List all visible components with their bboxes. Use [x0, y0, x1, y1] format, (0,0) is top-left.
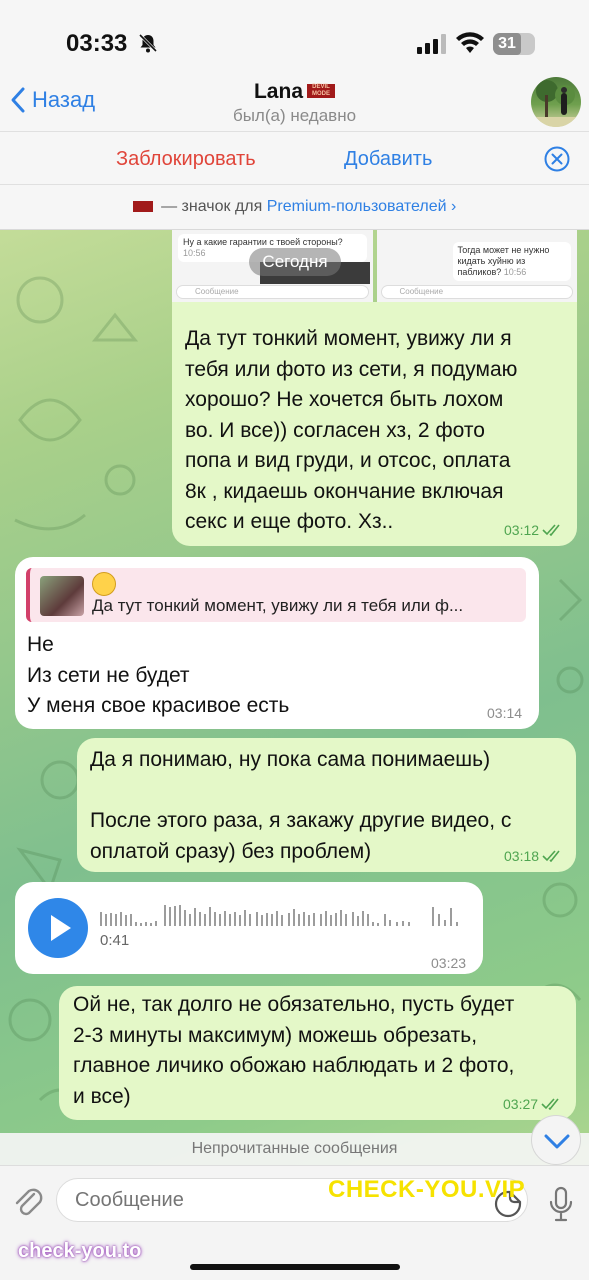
- attach-icon[interactable]: [12, 1184, 44, 1220]
- avatar[interactable]: [531, 77, 581, 127]
- message-bubble-outgoing[interactable]: Да тут тонкий момент, увижу ли я тебя ил…: [172, 302, 577, 546]
- message-text: Не Из сети не будет У меня свое красивое…: [27, 633, 290, 717]
- premium-link[interactable]: Premium-пользователей: [267, 198, 447, 215]
- premium-note[interactable]: — значок для Premium-пользователей ›: [0, 198, 589, 216]
- premium-badge-icon: DEVIL MODE: [307, 84, 335, 98]
- message-time: 03:12: [504, 522, 540, 538]
- reply-text: Да тут тонкий момент, увижу ли я тебя ил…: [92, 596, 464, 615]
- watermark-bottom: check-you.to: [18, 1240, 142, 1262]
- message-text: Ой не, так долго не обязательно, пусть б…: [73, 993, 515, 1108]
- wifi-icon: [456, 32, 484, 53]
- scroll-down-button[interactable]: [531, 1115, 581, 1165]
- premium-badge-icon: [132, 201, 153, 212]
- photo-preview-input: Сообщение: [380, 285, 573, 299]
- status-bar: 03:33 31: [0, 0, 589, 80]
- add-contact-button[interactable]: Добавить: [344, 148, 432, 171]
- close-icon[interactable]: [544, 146, 570, 172]
- photo-preview-message: Тогда может не нужно кидать хуйню из паб…: [452, 242, 571, 281]
- chevron-down-icon: [544, 1134, 570, 1149]
- contact-name-text: Lana: [253, 80, 303, 103]
- chat-header: 03:33 31 Назад Lana DEVIL MODE был(а) не…: [0, 0, 589, 230]
- message-time: 03:23: [431, 955, 467, 971]
- message-meta: 03:18: [504, 848, 564, 864]
- message-meta: 03:27: [503, 1096, 563, 1112]
- clock: 03:33: [66, 30, 128, 57]
- message-text: Да я понимаю, ну пока сама понимаешь) По…: [90, 748, 512, 863]
- message-time: 03:18: [504, 848, 540, 864]
- bell-off-icon: [138, 33, 158, 53]
- chevron-right-icon: ›: [451, 198, 457, 215]
- message-bubble-outgoing[interactable]: Ой не, так долго не обязательно, пусть б…: [59, 986, 576, 1120]
- avatar-photo: [531, 80, 581, 127]
- date-divider: Сегодня: [249, 248, 341, 276]
- signal-icon: [417, 34, 446, 54]
- message-time: 03:27: [503, 1096, 539, 1112]
- message-time: 03:14: [487, 705, 523, 721]
- photo-preview-input: Сообщение: [176, 285, 369, 299]
- premium-note-text: — значок для: [161, 198, 263, 215]
- microphone-icon[interactable]: [548, 1186, 574, 1222]
- contact-name[interactable]: Lana DEVIL MODE: [0, 80, 589, 104]
- contact-status: был(а) недавно: [232, 106, 357, 125]
- unread-separator: Непрочитанные сообщения: [0, 1133, 589, 1165]
- block-button[interactable]: Заблокировать: [116, 148, 256, 171]
- play-button[interactable]: [28, 898, 88, 958]
- double-check-icon: [542, 850, 560, 862]
- contact-action-bar: Заблокировать Добавить: [0, 131, 589, 185]
- double-check-icon: [542, 524, 560, 536]
- play-icon: [51, 915, 71, 941]
- photo-preview[interactable]: Тогда может не нужно кидать хуйню из паб…: [376, 230, 577, 302]
- voice-duration: 0:41: [100, 932, 130, 949]
- battery-icon: 31: [493, 33, 535, 55]
- neutral-face-icon: [92, 572, 116, 596]
- battery-level: 31: [493, 33, 521, 55]
- reply-preview[interactable]: Да тут тонкий момент, увижу ли я тебя ил…: [26, 568, 526, 622]
- watermark-top: CHECK-YOU.VIP: [328, 1176, 526, 1203]
- reply-thumbnail: [40, 576, 84, 616]
- message-bubble-outgoing[interactable]: Да я понимаю, ну пока сама понимаешь) По…: [77, 738, 576, 872]
- double-check-icon: [541, 1098, 559, 1110]
- photo-attachments[interactable]: Ну а какие гарантии с твоей стороны? 10:…: [172, 230, 577, 302]
- message-meta: 03:12: [504, 522, 564, 538]
- home-indicator: [190, 1264, 400, 1270]
- message-text: Да тут тонкий момент, увижу ли я тебя ил…: [185, 327, 518, 533]
- voice-waveform[interactable]: [100, 902, 470, 928]
